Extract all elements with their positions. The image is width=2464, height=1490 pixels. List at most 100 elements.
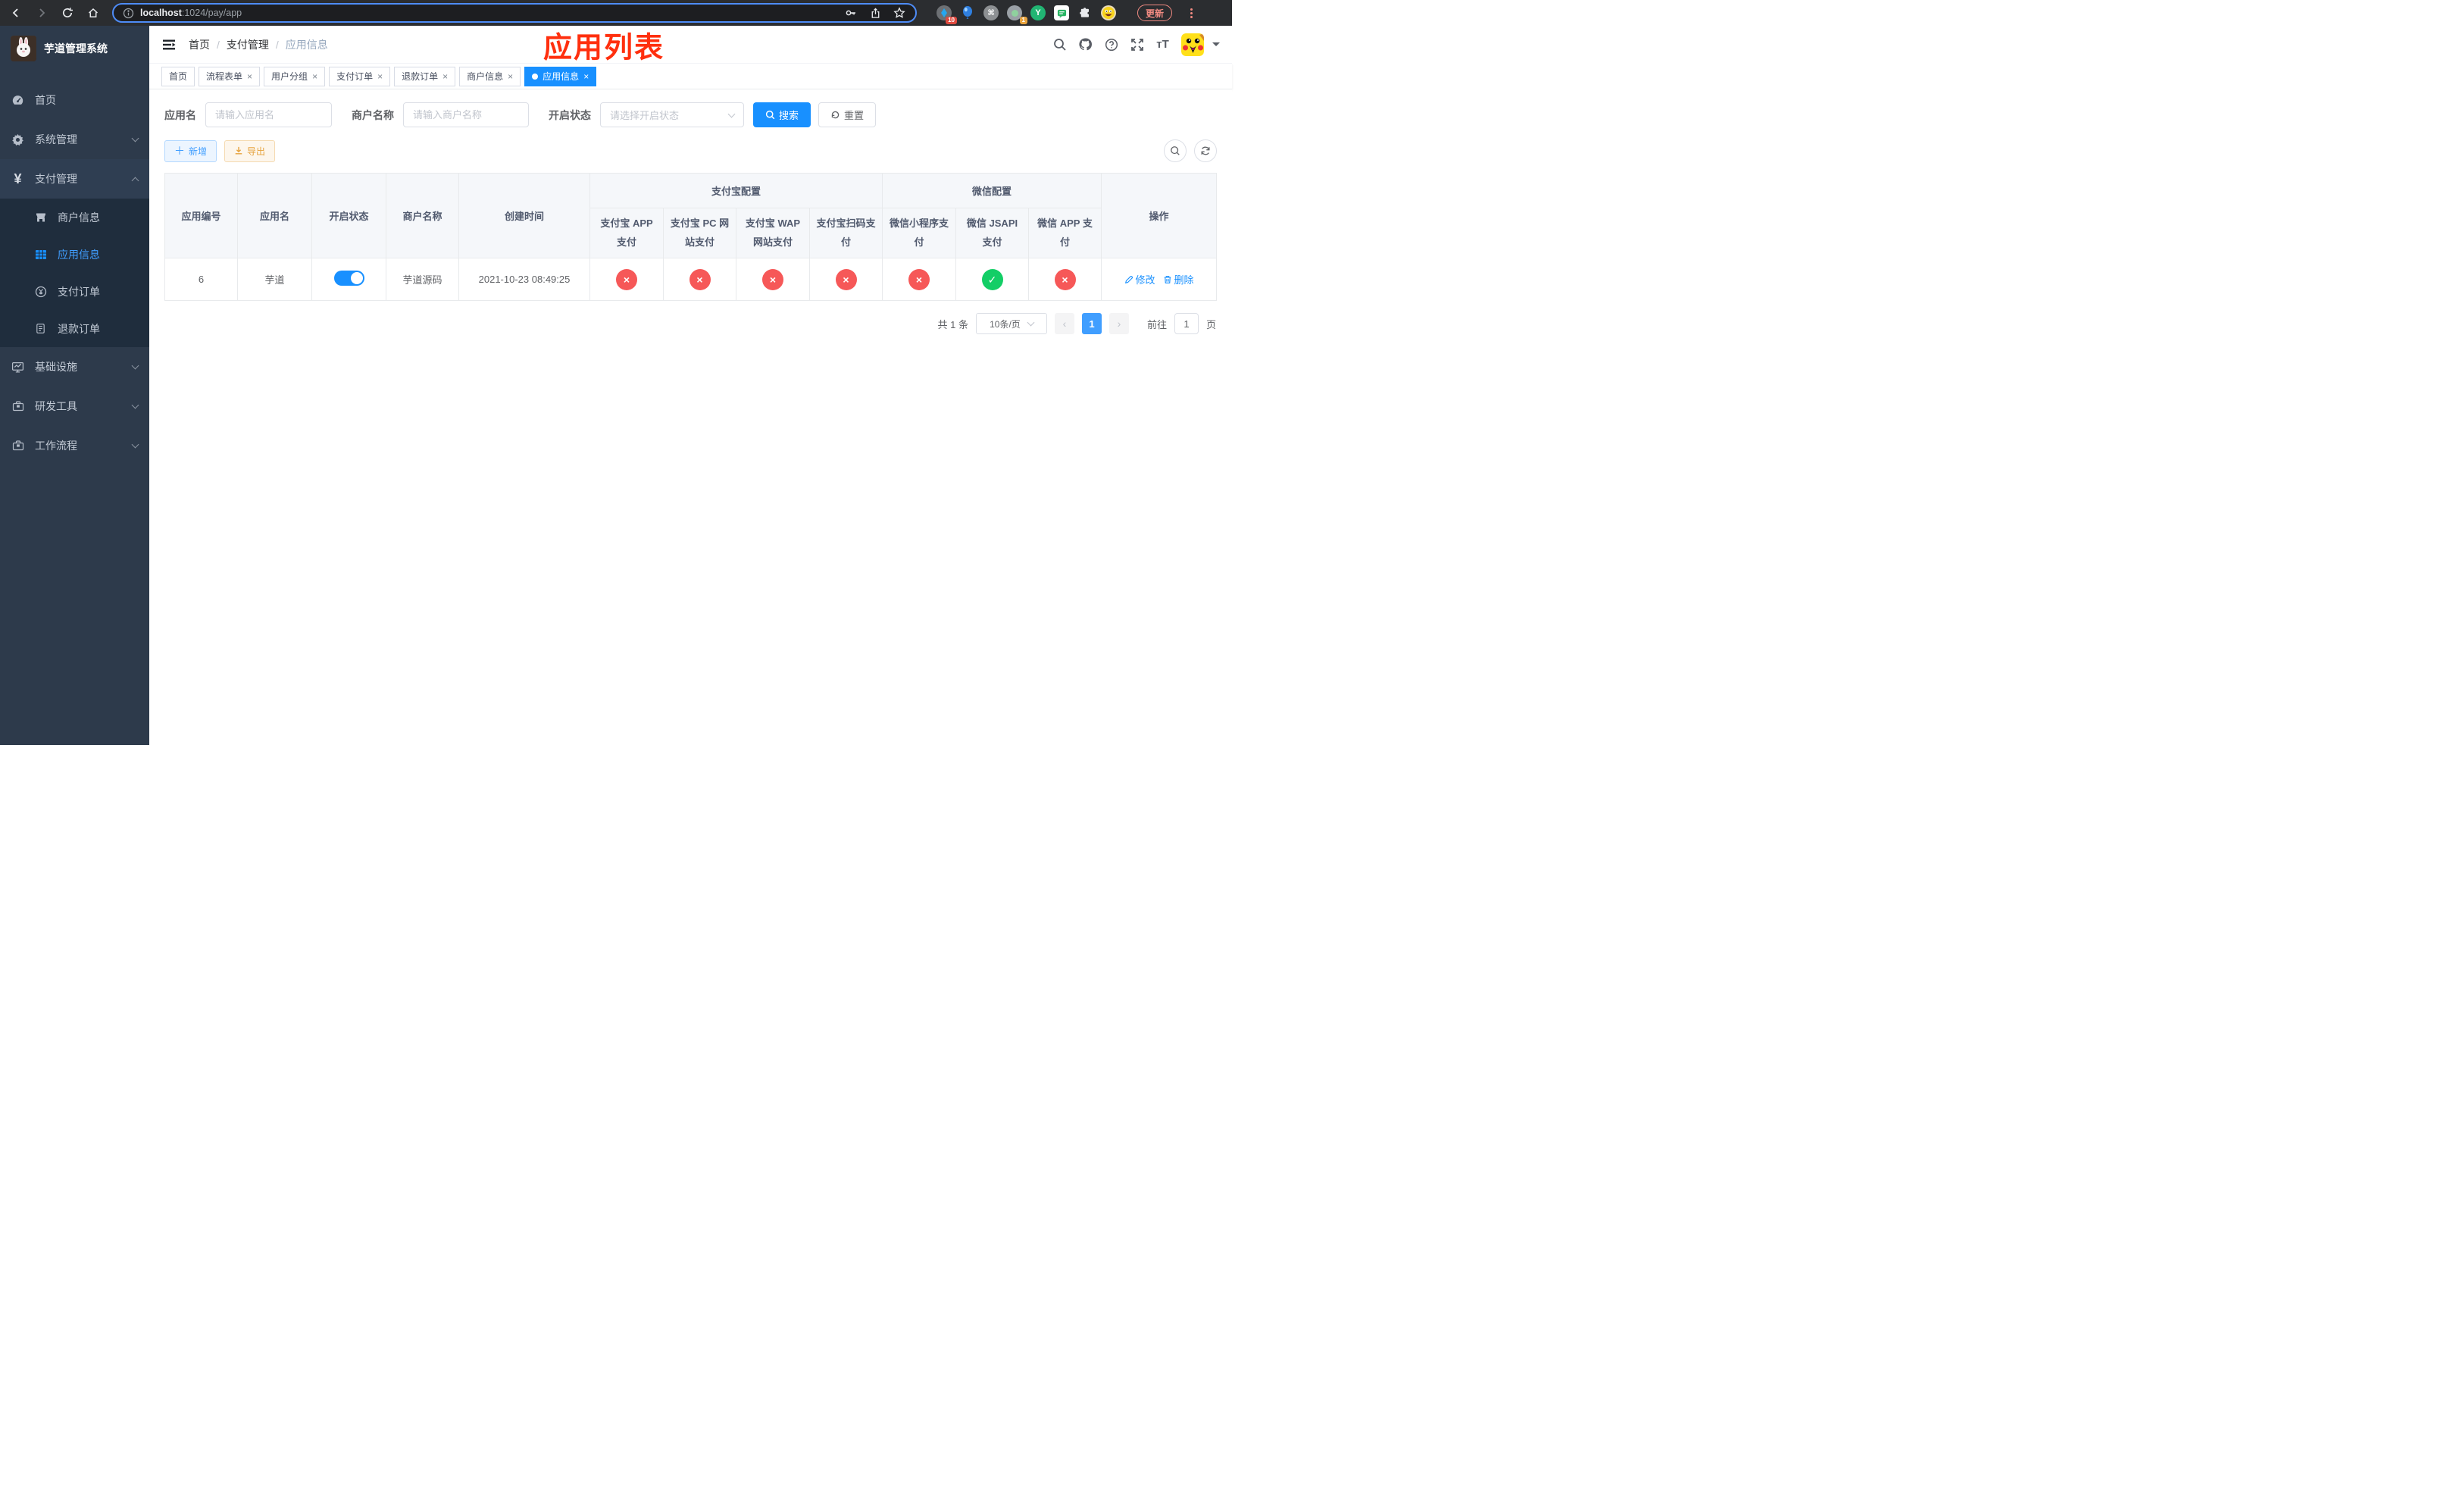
status-badge: × (616, 268, 637, 290)
close-icon[interactable]: × (377, 72, 383, 81)
reset-button[interactable]: 重置 (818, 102, 877, 127)
goto-page-input[interactable] (1174, 313, 1199, 334)
chevron-down-icon (1027, 318, 1035, 327)
close-icon[interactable]: × (508, 72, 513, 81)
sidebar-item-workflow[interactable]: 工作流程 (0, 426, 149, 465)
tag-pay-orders[interactable]: 支付订单 × (329, 66, 391, 86)
close-icon[interactable]: × (583, 72, 589, 81)
close-icon[interactable]: × (312, 72, 317, 81)
sidebar-item-payment[interactable]: ¥ 支付管理 (0, 159, 149, 199)
url-text[interactable]: localhost:1024/pay/app (140, 8, 838, 18)
breadcrumb-home[interactable]: 首页 (189, 37, 210, 52)
export-button[interactable]: 导出 (224, 139, 276, 162)
browser-menu-icon[interactable] (1190, 8, 1193, 18)
sidebar-item-infrastructure[interactable]: 基础设施 (0, 347, 149, 387)
cell-merchant: 芋道源码 (386, 258, 459, 301)
site-info-icon[interactable] (123, 8, 134, 19)
status-badge: × (835, 268, 857, 290)
extension-balloon-icon[interactable] (960, 5, 975, 20)
browser-update-button[interactable]: 更新 (1137, 5, 1173, 21)
extensions-puzzle-icon[interactable] (1077, 5, 1093, 20)
cell-actions: 修改 删除 (1101, 258, 1218, 301)
enabled-switch[interactable] (333, 271, 364, 286)
status-select-placeholder: 请选择开启状态 (610, 110, 680, 121)
breadcrumb-section[interactable]: 支付管理 (227, 37, 269, 52)
extension-blue-diamond-icon[interactable]: 10 (937, 5, 957, 24)
tags-view: 首页× 流程表单× 用户分组× 支付订单× 退款订单× 商户信息× 应用信息× (149, 64, 1232, 89)
sidebar-item-home[interactable]: 首页 (0, 80, 149, 120)
chevron-down-icon (727, 110, 736, 117)
sidebar-toggle-icon[interactable] (161, 37, 177, 52)
bookmark-star-icon[interactable] (893, 6, 906, 20)
breadcrumb-separator: / (217, 38, 220, 51)
col-alipay-app: 支付宝 APP 支付 (589, 208, 664, 258)
edit-link[interactable]: 修改 (1124, 272, 1155, 286)
extensions-row: 10 ⌘ 1 Y (937, 5, 1116, 24)
cell-wechat-mini: × (882, 258, 957, 301)
user-avatar[interactable] (1181, 33, 1204, 56)
url-bar[interactable]: localhost:1024/pay/app (112, 3, 917, 23)
extension-record-icon[interactable]: 1 (1007, 5, 1027, 24)
search-button[interactable]: 搜索 (753, 102, 811, 127)
status-badge: × (908, 268, 930, 290)
cell-wechat-jsapi: ✓ (955, 258, 1030, 301)
tag-app-info[interactable]: 应用信息 × (524, 66, 597, 86)
password-key-icon[interactable] (844, 6, 858, 20)
tag-process-form[interactable]: 流程表单 × (199, 66, 261, 86)
refresh-button[interactable] (1194, 139, 1217, 162)
merchant-name-input[interactable] (403, 102, 529, 127)
extension-y-icon[interactable]: Y (1030, 5, 1046, 20)
status-badge: × (689, 268, 711, 290)
sidebar-item-label: 支付管理 (35, 173, 77, 185)
sidebar-item-app-info[interactable]: 应用信息 (0, 236, 149, 273)
font-size-icon[interactable]: ᴛT (1155, 37, 1170, 52)
sidebar-item-pay-orders[interactable]: 支付订单 (0, 273, 149, 310)
sidebar-item-label: 应用信息 (58, 248, 100, 261)
extension-chat-icon[interactable] (1054, 5, 1069, 20)
dashboard-icon (11, 94, 24, 107)
profile-emoji-icon[interactable] (1101, 5, 1116, 20)
app-logo-row[interactable]: 芋道管理系统 (0, 26, 149, 71)
sidebar-item-system[interactable]: 系统管理 (0, 120, 149, 159)
goto-label: 前往 (1146, 318, 1167, 330)
browser-back-icon[interactable] (9, 6, 23, 20)
toggle-search-button[interactable] (1164, 139, 1187, 162)
next-page-button[interactable]: › (1108, 313, 1129, 334)
sidebar-menu: 首页 系统管理 ¥ 支付管理 商户信息 应用信息 支付订单 退款订单 基础设施 … (0, 71, 149, 465)
add-button[interactable]: ＋ 新增 (164, 139, 217, 162)
browser-reload-icon[interactable] (61, 6, 74, 20)
extension-command-icon[interactable]: ⌘ (983, 5, 999, 20)
col-wechat-app: 微信 APP 支付 (1028, 208, 1102, 258)
github-icon[interactable] (1078, 37, 1093, 52)
tag-user-group[interactable]: 用户分组 × (264, 66, 326, 86)
avatar-caret-icon[interactable] (1212, 42, 1220, 46)
header-search-icon[interactable] (1052, 37, 1067, 52)
page-number-1[interactable]: 1 (1081, 313, 1102, 334)
fullscreen-icon[interactable] (1130, 37, 1144, 52)
tag-merchant-info[interactable]: 商户信息 × (459, 66, 521, 86)
extension-badge: 10 (946, 17, 957, 24)
app-logo-rabbit-image (11, 36, 36, 61)
plus-icon: ＋ (174, 145, 185, 157)
help-icon[interactable] (1104, 37, 1118, 52)
status-select[interactable]: 请选择开启状态 (600, 102, 744, 127)
browser-home-icon[interactable] (86, 6, 100, 20)
pagination: 共 1 条 10条/页 ‹ 1 › 前往 页 (164, 313, 1216, 334)
cell-alipay-wap: × (736, 258, 810, 301)
payment-submenu: 商户信息 应用信息 支付订单 退款订单 (0, 199, 149, 347)
share-icon[interactable] (868, 6, 882, 20)
cell-created: 2021-10-23 08:49:25 (458, 258, 590, 301)
sidebar-item-dev-tools[interactable]: 研发工具 (0, 387, 149, 426)
browser-forward-icon[interactable] (35, 6, 48, 20)
tag-home[interactable]: 首页× (161, 66, 195, 86)
sidebar-item-label: 支付订单 (58, 285, 100, 298)
close-icon[interactable]: × (442, 72, 448, 81)
close-icon[interactable]: × (247, 72, 252, 81)
prev-page-button[interactable]: ‹ (1054, 313, 1074, 334)
app-name-input[interactable] (205, 102, 332, 127)
delete-link[interactable]: 删除 (1163, 272, 1194, 286)
tag-refund-orders[interactable]: 退款订单 × (394, 66, 456, 86)
sidebar-item-refund-orders[interactable]: 退款订单 (0, 310, 149, 347)
sidebar-item-merchant-info[interactable]: 商户信息 (0, 199, 149, 236)
page-size-select[interactable]: 10条/页 (975, 313, 1047, 334)
